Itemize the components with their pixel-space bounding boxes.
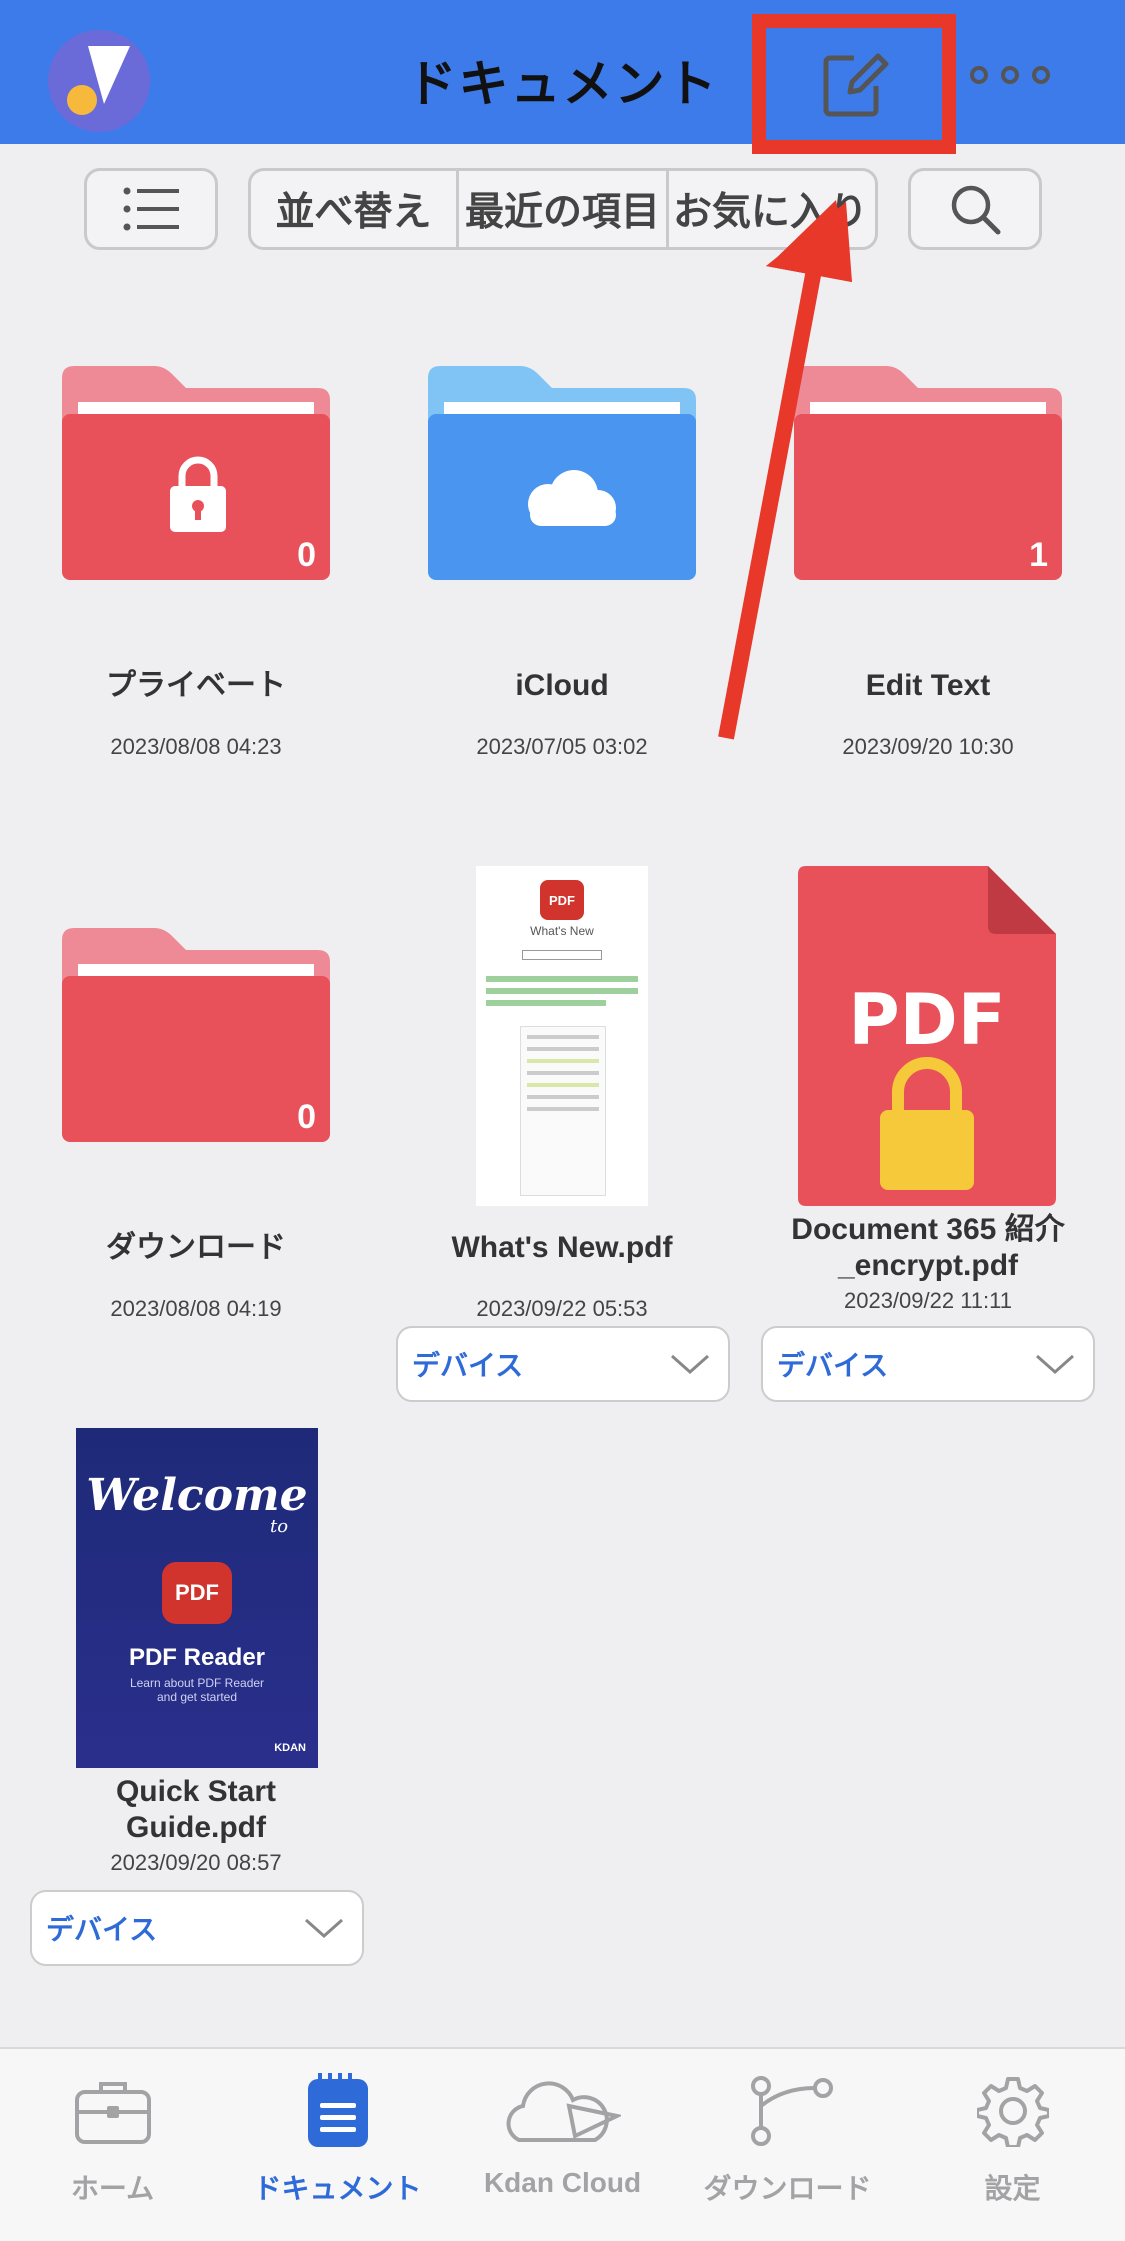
download-icon	[750, 2076, 833, 2146]
tab-label: 設定	[984, 2173, 1041, 2204]
item-date: 2023/09/20 08:57	[110, 1850, 282, 1875]
tab-bar: ホーム ドキュメント Kdan Cloud ダウンロード 設定	[0, 2047, 1125, 2241]
item-name: iCloud	[515, 669, 609, 702]
item-date: 2023/09/22 05:53	[476, 1296, 648, 1321]
list-view-button[interactable]	[84, 168, 218, 250]
folder-icloud-icon[interactable]	[428, 366, 696, 580]
item-date: 2023/09/22 11:11	[843, 1288, 1012, 1313]
item-name: Document 365 紹介_encrypt.pdf	[791, 1213, 1065, 1282]
item-name: プライベート	[106, 669, 286, 702]
thumb-title: PDF Reader	[128, 1644, 266, 1671]
location-dropdown[interactable]: デバイス	[30, 1890, 364, 1966]
chevron-down-icon	[671, 1354, 709, 1375]
chevron-down-icon	[1036, 1354, 1074, 1375]
folder-item[interactable]: プライベート 2023/08/08 04:23	[14, 668, 378, 760]
folder-item[interactable]: ダウンロード 2023/08/08 04:19	[14, 1230, 378, 1322]
item-name: ダウンロード	[106, 1231, 286, 1264]
favorites-tab[interactable]: お気に入り	[669, 171, 875, 247]
more-dot-icon	[1032, 66, 1050, 84]
location-label: デバイス	[777, 1350, 889, 1381]
pdf-badge-icon: PDF	[540, 880, 584, 920]
item-date: 2023/09/20 10:30	[842, 734, 1014, 759]
gear-icon	[976, 2077, 1049, 2147]
search-icon	[951, 185, 1001, 235]
location-dropdown[interactable]: デバイス	[396, 1326, 730, 1402]
list-icon	[123, 187, 179, 231]
file-item[interactable]: What's New.pdf 2023/09/22 05:53	[380, 1230, 744, 1322]
location-label: デバイス	[46, 1914, 158, 1945]
tab-label: Kdan Cloud	[483, 2167, 642, 2198]
tab-documents[interactable]: ドキュメント	[225, 2069, 450, 2207]
tab-label: ドキュメント	[253, 2173, 422, 2204]
chevron-down-icon	[305, 1918, 343, 1939]
tab-download[interactable]: ダウンロード	[675, 2069, 900, 2207]
filter-segment: 並べ替え 最近の項目 お気に入り	[248, 168, 878, 250]
pdf-badge-icon: PDF	[162, 1562, 232, 1624]
quick-start-thumbnail[interactable]: Welcome to PDF PDF Reader Learn about PD…	[76, 1428, 318, 1768]
edit-button[interactable]	[752, 14, 956, 154]
kdan-cloud-icon	[506, 2081, 621, 2142]
briefcase-icon	[74, 2082, 151, 2144]
encrypted-pdf-icon[interactable]: PDF	[798, 866, 1056, 1206]
thumb-brand: KDAN	[274, 1742, 306, 1754]
folder-item[interactable]: iCloud 2023/07/05 03:02	[380, 668, 744, 760]
item-date: 2023/08/08 04:19	[110, 1296, 282, 1321]
thumb-welcome: Welcome	[86, 1470, 308, 1521]
folder-item[interactable]: Edit Text 2023/09/20 10:30	[746, 668, 1110, 760]
svg-text:PDF: PDF	[848, 979, 1005, 1061]
page-title: ドキュメント	[406, 56, 719, 112]
tab-home[interactable]: ホーム	[0, 2069, 225, 2207]
search-button[interactable]	[908, 168, 1042, 250]
more-dot-icon	[1001, 66, 1019, 84]
header: ドキュメント	[0, 0, 1125, 154]
document-icon	[307, 2073, 368, 2147]
tab-label: ダウンロード	[703, 2173, 872, 2204]
file-item[interactable]: Document 365 紹介_encrypt.pdf 2023/09/22 1…	[746, 1212, 1110, 1314]
more-button[interactable]	[970, 60, 1060, 90]
more-dot-icon	[970, 66, 988, 84]
thumb-title: What's New	[530, 924, 594, 938]
item-date: 2023/07/05 03:02	[476, 734, 648, 759]
location-label: デバイス	[412, 1350, 524, 1381]
thumb-to: to	[270, 1516, 289, 1537]
compose-icon	[823, 53, 889, 117]
tab-kdan-cloud[interactable]: Kdan Cloud	[450, 2069, 675, 2199]
tab-label: ホーム	[70, 2173, 155, 2204]
sort-tab[interactable]: 並べ替え	[251, 171, 459, 247]
location-dropdown[interactable]: デバイス	[761, 1326, 1095, 1402]
item-name: Edit Text	[865, 669, 991, 702]
item-name: Quick Start Guide.pdf	[115, 1775, 277, 1844]
whats-new-thumbnail[interactable]: PDF What's New	[476, 866, 648, 1206]
file-item[interactable]: Quick Start Guide.pdf 2023/09/20 08:57	[14, 1774, 378, 1876]
tab-settings[interactable]: 設定	[900, 2069, 1125, 2207]
recent-tab[interactable]: 最近の項目	[459, 171, 669, 247]
thumb-subtitle: Learn about PDF Reader and get started	[129, 1676, 265, 1704]
item-name: What's New.pdf	[451, 1231, 673, 1264]
item-date: 2023/08/08 04:23	[110, 734, 282, 759]
